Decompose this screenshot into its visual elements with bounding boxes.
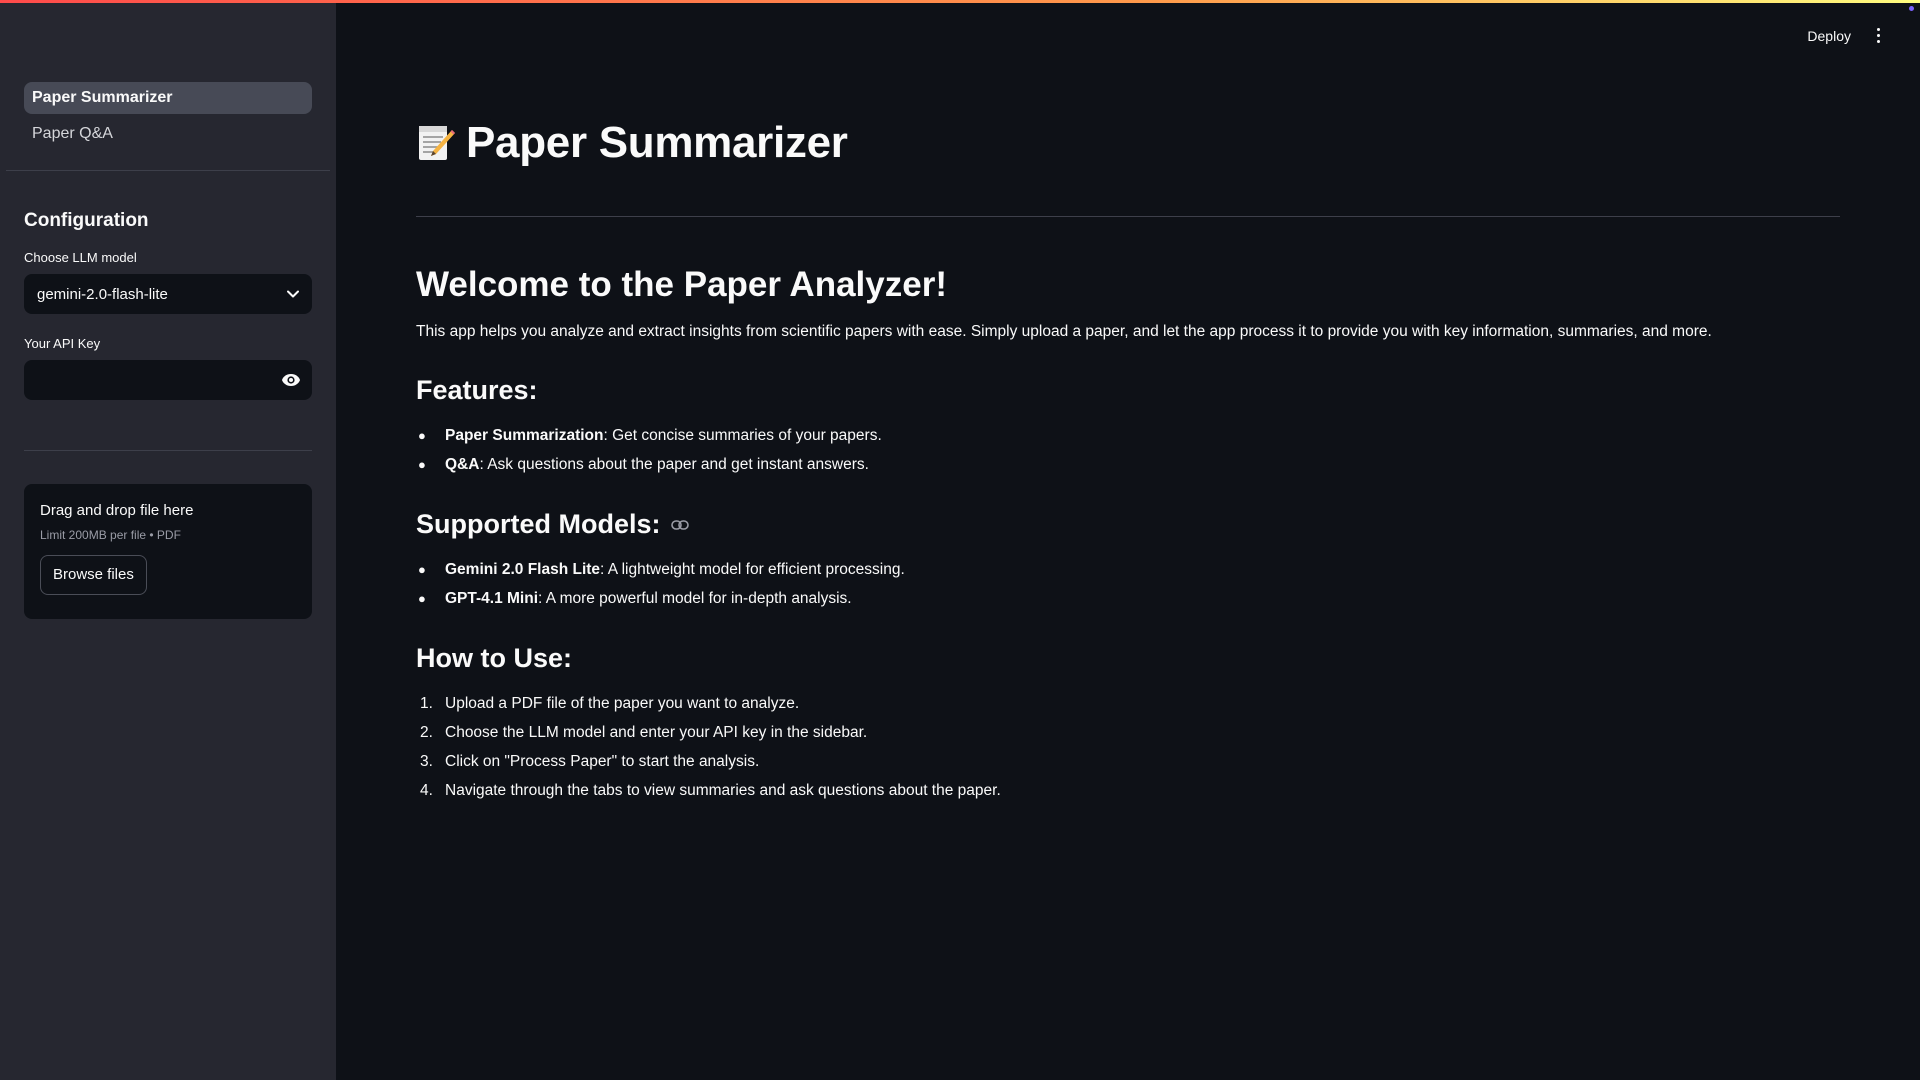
list-item: 1. Upload a PDF file of the paper you wan… xyxy=(420,695,800,712)
page-title: Paper Summarizer xyxy=(416,110,1840,176)
top-decoration-bar xyxy=(0,0,1920,3)
list-item: 4. Navigate through the tabs to view summ… xyxy=(420,782,1001,799)
sidebar-item-paper-summarizer[interactable]: Paper Summarizer xyxy=(24,82,312,114)
bullet-icon: ● xyxy=(418,457,426,472)
browse-files-button[interactable]: Browse files xyxy=(40,555,147,595)
app-root: Paper Summarizer Paper Q&A Configuration… xyxy=(0,0,1920,1080)
sidebar-nav: Paper Summarizer Paper Q&A xyxy=(24,82,312,154)
page-body: Paper Summarizer Welcome to the Paper An… xyxy=(416,110,1840,810)
deploy-button[interactable]: Deploy xyxy=(1807,28,1851,44)
main-content: Deploy Paper Summarizer Welcome to the P… xyxy=(336,0,1920,1080)
dropzone-title: Drag and drop file here xyxy=(40,502,194,519)
features-heading: Features: xyxy=(416,375,538,405)
status-indicator xyxy=(1909,6,1914,11)
bullet-icon: ● xyxy=(418,428,426,443)
sidebar-item-label: Paper Q&A xyxy=(32,125,113,142)
list-item: ● GPT-4.1 Mini: A more powerful model fo… xyxy=(418,590,852,607)
list-item: 3. Click on "Process Paper" to start the … xyxy=(420,753,760,770)
list-item: 2. Choose the LLM model and enter your AP… xyxy=(420,724,868,741)
steps-list: 1. Upload a PDF file of the paper you wan… xyxy=(416,694,1840,801)
page-title-text: Paper Summarizer xyxy=(466,118,848,167)
bullet-icon: ● xyxy=(418,591,426,606)
file-uploader-dropzone[interactable]: Drag and drop file here Limit 200MB per … xyxy=(24,484,312,619)
model-select[interactable]: gemini-2.0-flash-lite xyxy=(24,274,312,314)
sidebar-divider xyxy=(24,450,312,451)
api-key-label: Your API Key xyxy=(24,336,101,351)
models-list: ● Gemini 2.0 Flash Lite: A lightweight m… xyxy=(416,560,1840,609)
sidebar-item-paper-qa[interactable]: Paper Q&A xyxy=(24,118,312,150)
list-item: ● Paper Summarization: Get concise summa… xyxy=(418,427,882,444)
kebab-menu-icon[interactable] xyxy=(1873,26,1884,45)
welcome-heading: Welcome to the Paper Analyzer! xyxy=(416,265,947,304)
api-key-input[interactable] xyxy=(37,371,257,389)
how-to-use-heading: How to Use: xyxy=(416,643,573,673)
header-toolbar: Deploy xyxy=(1807,26,1884,45)
dropzone-limit: Limit 200MB per file • PDF xyxy=(40,528,181,542)
sidebar: Paper Summarizer Paper Q&A Configuration… xyxy=(0,0,336,1080)
link-icon[interactable] xyxy=(670,519,689,531)
configuration-section: Configuration Choose LLM model gemini-2.… xyxy=(24,210,312,400)
bullet-icon: ● xyxy=(418,562,426,577)
chevron-down-icon xyxy=(286,287,300,301)
title-divider xyxy=(416,216,1840,217)
nav-divider xyxy=(6,170,330,171)
api-key-field xyxy=(24,360,312,400)
memo-icon xyxy=(416,122,456,164)
eye-icon[interactable] xyxy=(280,369,302,391)
supported-models-heading: Supported Models: xyxy=(416,509,1840,540)
list-item: ● Gemini 2.0 Flash Lite: A lightweight m… xyxy=(418,561,905,578)
configuration-heading: Configuration xyxy=(24,210,149,231)
list-item: ● Q&A: Ask questions about the paper and… xyxy=(418,456,869,473)
model-select-value: gemini-2.0-flash-lite xyxy=(37,285,168,303)
intro-paragraph: This app helps you analyze and extract i… xyxy=(416,323,1712,340)
model-select-label: Choose LLM model xyxy=(24,250,137,265)
features-list: ● Paper Summarization: Get concise summa… xyxy=(416,426,1840,475)
sidebar-item-label: Paper Summarizer xyxy=(32,89,173,106)
